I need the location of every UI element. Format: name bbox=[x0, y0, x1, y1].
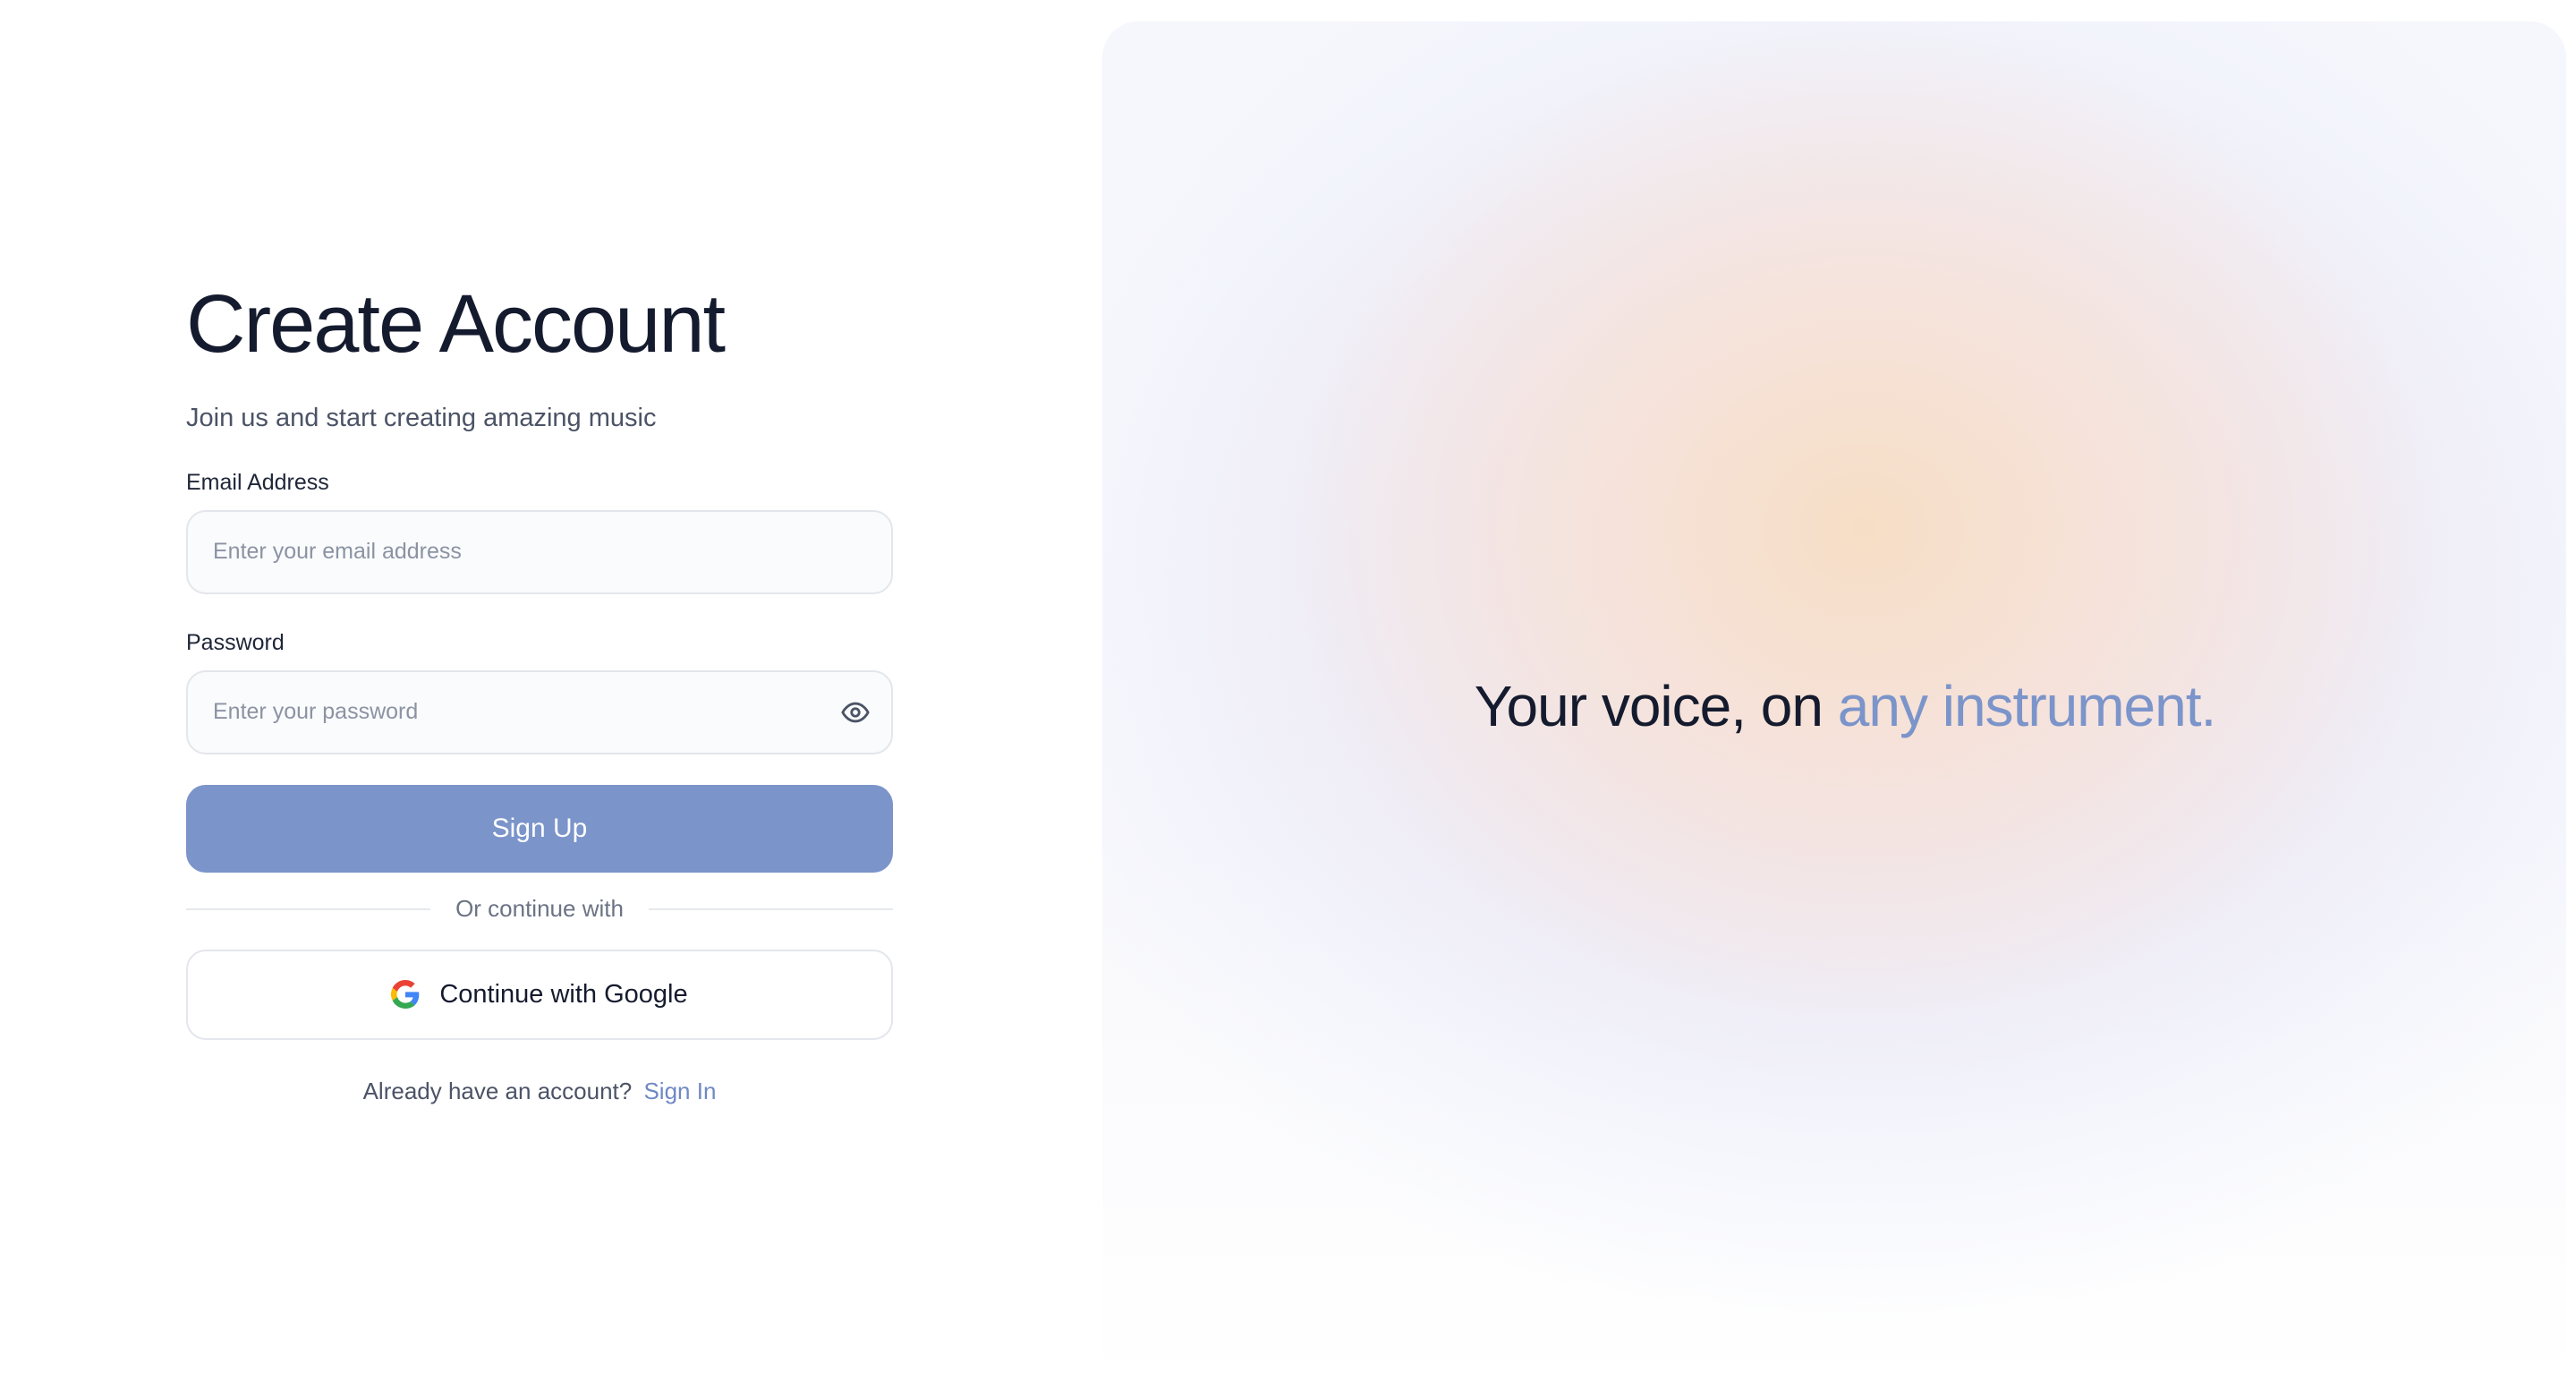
page-subtitle: Join us and start creating amazing music bbox=[186, 404, 657, 432]
divider-line-right bbox=[648, 908, 893, 910]
sign-up-button[interactable]: Sign Up bbox=[186, 784, 893, 873]
google-icon bbox=[391, 980, 420, 1010]
signup-page: Create Account Join us and start creatin… bbox=[0, 0, 2576, 1389]
hero-tagline-main: Your voice, on bbox=[1474, 674, 1824, 738]
google-button-label: Continue with Google bbox=[439, 979, 688, 1009]
google-signin-button[interactable]: Continue with Google bbox=[186, 949, 893, 1040]
password-field-wrapper bbox=[186, 669, 893, 754]
password-field[interactable] bbox=[188, 671, 891, 753]
divider: Or continue with bbox=[186, 887, 893, 932]
signin-prompt-row: Already have an account? Sign In bbox=[186, 1078, 893, 1105]
password-label: Password bbox=[186, 629, 285, 655]
signup-form: Create Account Join us and start creatin… bbox=[186, 268, 893, 1105]
hero-tagline-accent: any instrument. bbox=[1837, 674, 2217, 738]
page-title: Create Account bbox=[186, 278, 726, 370]
divider-line-left bbox=[186, 908, 431, 910]
signin-prompt-text: Already have an account? bbox=[362, 1077, 633, 1104]
email-field[interactable] bbox=[188, 511, 891, 592]
email-label: Email Address bbox=[186, 469, 329, 495]
sign-in-link[interactable]: Sign In bbox=[643, 1078, 716, 1104]
hero-tagline: Your voice, on any instrument. bbox=[1102, 673, 2566, 739]
hero-panel: Your voice, on any instrument. bbox=[1102, 21, 2566, 1389]
divider-text: Or continue with bbox=[455, 895, 624, 923]
eye-icon[interactable] bbox=[837, 694, 873, 730]
email-field-wrapper bbox=[186, 509, 893, 594]
